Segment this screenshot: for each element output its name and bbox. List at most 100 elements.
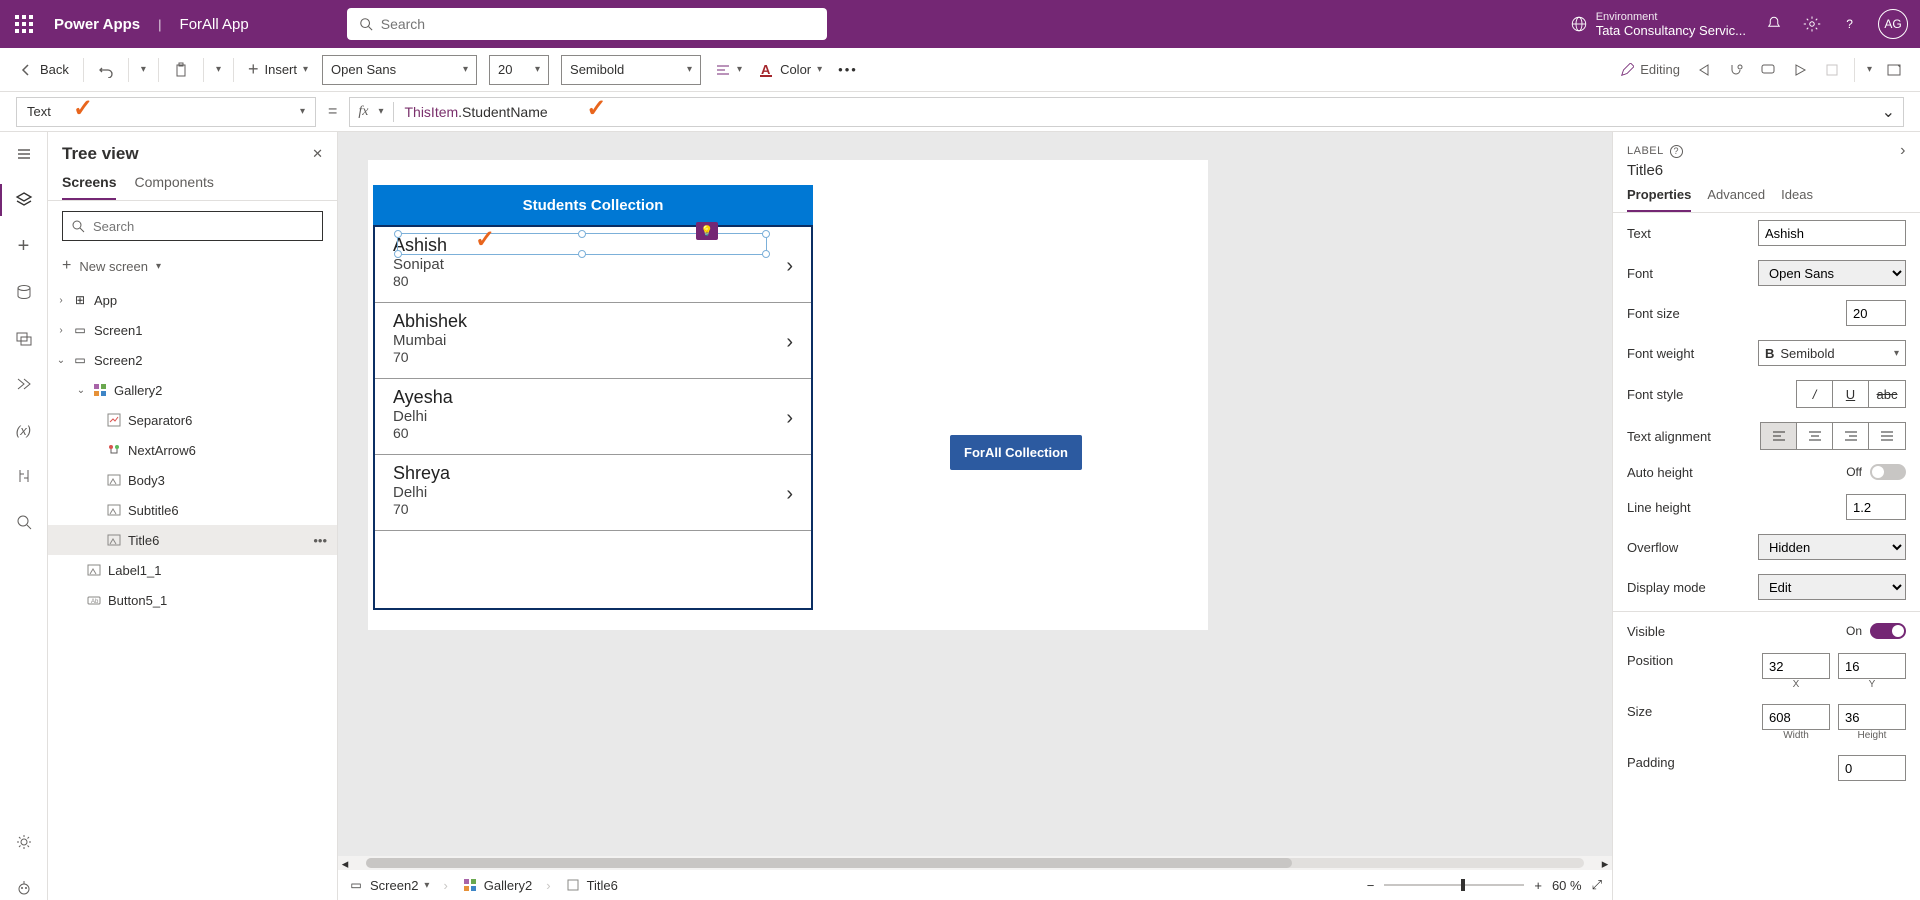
align-center-button[interactable] [1797, 423, 1833, 449]
share-button[interactable] [1694, 58, 1714, 82]
panel-expand-icon[interactable]: › [1900, 142, 1906, 160]
close-tree-view[interactable]: ✕ [312, 146, 323, 162]
next-arrow-icon[interactable]: › [786, 407, 793, 430]
font-weight-dropdown[interactable]: Semibold▾ [561, 55, 701, 85]
ideas-badge[interactable]: 💡 [696, 222, 718, 240]
rail-settings[interactable] [12, 830, 36, 854]
preview-button[interactable] [1790, 58, 1810, 82]
prop-text-input[interactable] [1758, 220, 1906, 246]
help-icon[interactable]: ? [1840, 14, 1860, 34]
visible-toggle[interactable] [1870, 623, 1906, 639]
settings-icon[interactable] [1802, 14, 1822, 34]
prop-width-input[interactable] [1762, 704, 1830, 730]
prop-displaymode-select[interactable]: Edit [1758, 574, 1906, 600]
formula-expand-icon[interactable]: ⌄ [1882, 102, 1895, 122]
rail-insert[interactable]: + [12, 234, 36, 258]
prop-y-input[interactable] [1838, 653, 1906, 679]
align-justify-button[interactable] [1869, 423, 1905, 449]
font-family-dropdown[interactable]: Open Sans▾ [322, 55, 477, 85]
tab-components[interactable]: Components [134, 174, 213, 200]
formula-bar[interactable]: fx ▾ ThisItem.StudentName ✓ ⌄ [349, 97, 1904, 127]
tree-search-input[interactable] [93, 219, 314, 234]
font-color-button[interactable]: AColor▾ [756, 58, 824, 82]
rail-media[interactable] [12, 326, 36, 350]
row-sub[interactable]: Sonipat [393, 256, 793, 273]
tree-item-title6[interactable]: Title6••• [48, 525, 337, 555]
underline-button[interactable]: U [1833, 381, 1869, 407]
rail-variables[interactable]: (x) [12, 418, 36, 442]
font-size-dropdown[interactable]: 20▾ [489, 55, 549, 85]
comments-button[interactable] [1758, 58, 1778, 82]
app-checker-button[interactable] [1726, 58, 1746, 82]
tree-item-subtitle6[interactable]: Subtitle6 [48, 495, 337, 525]
crumb-screen2[interactable]: ▭Screen2▾ [348, 877, 429, 893]
canvas-screen[interactable]: Students Collection 💡 Ashish ✓ Sonipat [368, 160, 1208, 630]
prop-lineheight-input[interactable] [1846, 494, 1906, 520]
user-avatar[interactable]: AG [1878, 9, 1908, 39]
prop-overflow-select[interactable]: Hidden [1758, 534, 1906, 560]
prop-padding-input[interactable] [1838, 755, 1906, 781]
strike-button[interactable]: abc [1869, 381, 1905, 407]
waffle-icon[interactable] [12, 12, 36, 36]
tab-screens[interactable]: Screens [62, 174, 116, 200]
tree-item-screen2[interactable]: ⌄▭Screen2 [48, 345, 337, 375]
align-left-button[interactable] [1761, 423, 1797, 449]
tree-item-button5-1[interactable]: AbButton5_1 [48, 585, 337, 615]
rail-advanced-tools[interactable] [12, 464, 36, 488]
selection-box[interactable]: 💡 [397, 233, 767, 255]
next-arrow-icon[interactable]: › [786, 331, 793, 354]
gallery-row[interactable]: Shreya Delhi 70 › [375, 455, 811, 531]
publish-button[interactable] [1884, 58, 1904, 82]
tree-item-nextarrow6[interactable]: NextArrow6 [48, 435, 337, 465]
tree-item-body3[interactable]: Body3 [48, 465, 337, 495]
tree-item-gallery2[interactable]: ⌄Gallery2 [48, 375, 337, 405]
rail-data[interactable] [12, 280, 36, 304]
prop-height-input[interactable] [1838, 704, 1906, 730]
back-button[interactable]: Back [16, 58, 71, 82]
undo-chevron[interactable]: ▾ [141, 64, 146, 75]
tree-item-screen1[interactable]: ›▭Screen1 [48, 315, 337, 345]
props-tab-advanced[interactable]: Advanced [1707, 187, 1765, 212]
paste-button[interactable] [171, 58, 191, 82]
prop-fontsize-input[interactable] [1846, 300, 1906, 326]
fx-chevron[interactable]: ▾ [378, 106, 383, 117]
crumb-title6[interactable]: Title6 [565, 877, 618, 893]
props-tab-ideas[interactable]: Ideas [1781, 187, 1813, 212]
next-arrow-icon[interactable]: › [786, 255, 793, 278]
rail-hamburger[interactable] [12, 142, 36, 166]
prop-fontweight-value[interactable]: Semibold [1780, 346, 1894, 361]
prop-font-select[interactable]: Open Sans [1758, 260, 1906, 286]
property-selector[interactable]: Text ✓ ▾ [16, 97, 316, 127]
tree-item-app[interactable]: ›⊞App [48, 285, 337, 315]
props-tab-properties[interactable]: Properties [1627, 187, 1691, 212]
gallery-row[interactable]: Abhishek Mumbai 70 › [375, 303, 811, 379]
zoom-in-button[interactable]: + [1534, 878, 1542, 893]
crumb-gallery2[interactable]: Gallery2 [462, 877, 532, 893]
search-input[interactable] [381, 16, 815, 32]
tree-item-more[interactable]: ••• [313, 533, 327, 548]
gallery[interactable]: 💡 Ashish ✓ Sonipat 80 › Abhishek Mumbai … [373, 225, 813, 610]
zoom-out-button[interactable]: − [1367, 878, 1375, 893]
row-score[interactable]: 80 [393, 273, 793, 289]
tree-item-separator6[interactable]: Separator6 [48, 405, 337, 435]
rail-power-automate[interactable] [12, 372, 36, 396]
new-screen-button[interactable]: +New screen▾ [48, 251, 337, 281]
forall-collection-button[interactable]: ForAll Collection [950, 435, 1082, 470]
insert-button[interactable]: + Insert ▾ [246, 55, 310, 84]
info-icon[interactable]: ? [1670, 145, 1683, 158]
gallery-header-label[interactable]: Students Collection [373, 185, 813, 225]
tree-item-label1-1[interactable]: Label1_1 [48, 555, 337, 585]
editing-mode-button[interactable]: Editing [1618, 58, 1682, 81]
next-arrow-icon[interactable]: › [786, 483, 793, 506]
prop-x-input[interactable] [1762, 653, 1830, 679]
save-chevron[interactable]: ▾ [1867, 64, 1872, 75]
save-button[interactable] [1822, 58, 1842, 82]
gallery-row[interactable]: Ayesha Delhi 60 › [375, 379, 811, 455]
tree-search[interactable] [62, 211, 323, 241]
align-right-button[interactable] [1833, 423, 1869, 449]
gallery-row[interactable]: 💡 Ashish ✓ Sonipat 80 › [375, 227, 811, 303]
more-commands-button[interactable]: ••• [836, 58, 860, 81]
rail-search[interactable] [12, 510, 36, 534]
fit-screen-button[interactable]: ⤢ [1592, 877, 1602, 893]
rail-tree-view[interactable] [12, 188, 36, 212]
